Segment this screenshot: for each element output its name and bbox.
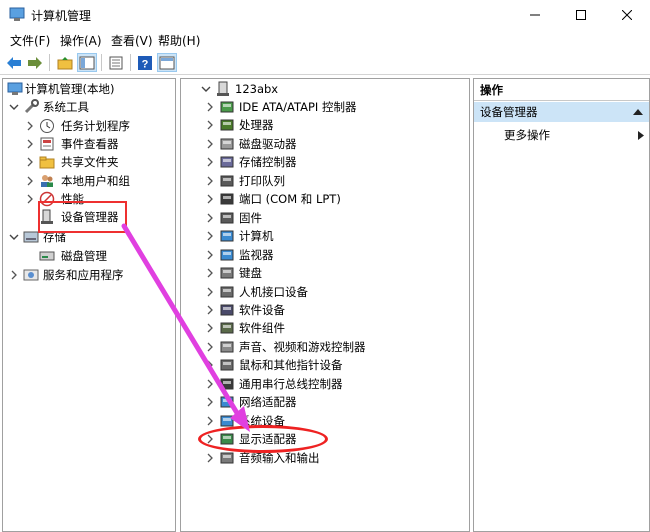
pointer-arrow-annotation bbox=[121, 223, 250, 432]
